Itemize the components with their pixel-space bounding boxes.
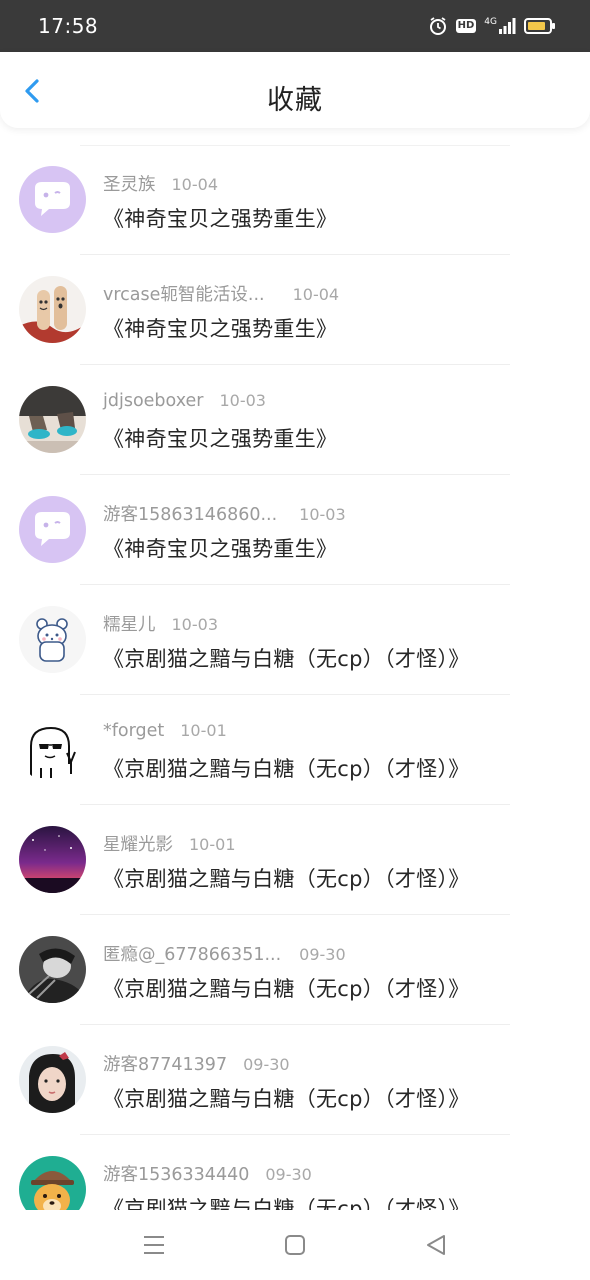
item-meta: vrcase轭智能活设... 10-04 — [103, 281, 339, 305]
favorites-list: 圣灵族 10-04 《神奇宝贝之强势重生》 vrcase轭智能活设... 10-04… — [0, 145, 590, 1210]
item-meta: 星耀光影 10-01 — [103, 831, 236, 855]
page-title: 收藏 — [267, 85, 323, 116]
avatar[interactable] — [19, 1046, 86, 1113]
item-username[interactable]: 游客87741397 — [103, 1051, 227, 1076]
item-title[interactable]: 《神奇宝贝之强势重生》 — [103, 203, 337, 233]
item-date: 09-30 — [299, 945, 346, 964]
list-item[interactable]: 游客87741397 09-30 《京剧猫之黯与白糖（无cp）（才怪）》 — [0, 1025, 590, 1135]
item-username[interactable]: 糯星儿 — [103, 611, 156, 636]
item-meta: 游客1536334440 09-30 — [103, 1161, 312, 1185]
item-title[interactable]: 《京剧猫之黯与白糖（无cp）（才怪）》 — [103, 643, 470, 673]
list-item[interactable]: 游客1536334440 09-30 《京剧猫之黯与白糖（无cp）（才怪）》 — [0, 1135, 590, 1210]
item-title[interactable]: 《京剧猫之黯与白糖（无cp）（才怪）》 — [103, 1193, 470, 1210]
item-meta: jdjsoeboxer 10-03 — [103, 391, 266, 415]
item-meta: 游客15863146860... 10-03 — [103, 501, 346, 525]
girl-portrait-avatar-icon — [19, 1046, 86, 1113]
item-date: 10-03 — [171, 615, 219, 634]
signal-icon: 4G — [484, 17, 516, 35]
item-meta: *forget 10-01 — [103, 721, 227, 745]
item-meta: 圣灵族 10-04 — [103, 171, 218, 195]
hd-icon: HD — [455, 19, 477, 33]
avatar[interactable] — [19, 936, 86, 1003]
avatar[interactable] — [19, 276, 86, 343]
item-meta: 游客87741397 09-30 — [103, 1051, 290, 1075]
item-date: 10-04 — [171, 175, 219, 194]
bw-portrait-avatar-icon — [19, 936, 86, 1003]
list-item[interactable]: jdjsoeboxer 10-03 《神奇宝贝之强势重生》 — [0, 365, 590, 475]
list-item[interactable]: *forget 10-01 《京剧猫之黯与白糖（无cp）（才怪）》 — [0, 695, 590, 805]
list-item[interactable]: 星耀光影 10-01 《京剧猫之黯与白糖（无cp）（才怪）》 — [0, 805, 590, 915]
status-icons: HD 4G — [428, 14, 556, 38]
item-username[interactable]: 游客15863146860... — [103, 501, 277, 526]
item-date: 09-30 — [265, 1165, 312, 1184]
avatar[interactable] — [19, 166, 86, 233]
menu-icon — [144, 1236, 164, 1254]
item-title[interactable]: 《神奇宝贝之强势重生》 — [103, 533, 337, 563]
item-date: 09-30 — [243, 1055, 290, 1074]
item-date: 10-03 — [219, 391, 266, 410]
app-header: 收藏 — [0, 52, 590, 128]
list-item[interactable]: 圣灵族 10-04 《神奇宝贝之强势重生》 — [0, 145, 590, 255]
avatar[interactable] — [19, 826, 86, 893]
item-username[interactable]: 匿瘾@_677866351... — [103, 941, 281, 966]
item-title[interactable]: 《京剧猫之黯与白糖（无cp）（才怪）》 — [103, 1083, 470, 1113]
battery-icon — [524, 17, 556, 35]
home-square-icon — [285, 1235, 305, 1255]
item-username[interactable]: 游客1536334440 — [103, 1161, 249, 1186]
item-title[interactable]: 《京剧猫之黯与白糖（无cp）（才怪）》 — [103, 753, 470, 783]
item-username[interactable]: jdjsoeboxer — [103, 391, 203, 411]
item-date: 10-01 — [189, 835, 236, 854]
back-nav-button[interactable] — [423, 1232, 449, 1258]
avatar[interactable] — [19, 716, 86, 783]
item-title[interactable]: 《京剧猫之黯与白糖（无cp）（才怪）》 — [103, 863, 470, 893]
avatar[interactable] — [19, 496, 86, 563]
item-date: 10-01 — [180, 721, 227, 740]
status-time: 17:58 — [38, 14, 99, 38]
sunglasses-doodle-avatar-icon — [19, 716, 86, 783]
list-item[interactable]: 游客15863146860... 10-03 《神奇宝贝之强势重生》 — [0, 475, 590, 585]
item-title[interactable]: 《神奇宝贝之强势重生》 — [103, 313, 337, 343]
item-title[interactable]: 《神奇宝贝之强势重生》 — [103, 423, 337, 453]
avatar[interactable] — [19, 1156, 86, 1210]
item-meta: 匿瘾@_677866351... 09-30 — [103, 941, 346, 965]
item-title[interactable]: 《京剧猫之黯与白糖（无cp）（才怪）》 — [103, 973, 470, 1003]
hd-label: HD — [455, 19, 477, 33]
galaxy-sky-avatar-icon — [19, 826, 86, 893]
avatar[interactable] — [19, 386, 86, 453]
network-label: 4G — [484, 17, 497, 27]
chat-bubble-avatar-icon — [19, 496, 86, 563]
avatar[interactable] — [19, 606, 86, 673]
sneakers-avatar-icon — [19, 386, 86, 453]
item-username[interactable]: 圣灵族 — [103, 171, 156, 196]
item-username[interactable]: vrcase轭智能活设... — [103, 281, 265, 306]
list-item[interactable]: 糯星儿 10-03 《京剧猫之黯与白糖（无cp）（才怪）》 — [0, 585, 590, 695]
menu-button[interactable] — [141, 1232, 167, 1258]
chat-bubble-avatar-icon — [19, 166, 86, 233]
item-username[interactable]: *forget — [103, 721, 164, 741]
item-meta: 糯星儿 10-03 — [103, 611, 218, 635]
item-username[interactable]: 星耀光影 — [103, 831, 173, 856]
dog-helmet-avatar-icon — [19, 1156, 86, 1210]
list-item[interactable]: vrcase轭智能活设... 10-04 《神奇宝贝之强势重生》 — [0, 255, 590, 365]
item-date: 10-03 — [299, 505, 346, 524]
system-nav-bar — [0, 1210, 590, 1280]
back-triangle-icon — [427, 1235, 445, 1255]
list-item[interactable]: 匿瘾@_677866351... 09-30 《京剧猫之黯与白糖（无cp）（才怪）… — [0, 915, 590, 1025]
alarm-icon — [428, 16, 448, 36]
home-button[interactable] — [282, 1232, 308, 1258]
finger-faces-avatar-icon — [19, 276, 86, 343]
item-date: 10-04 — [292, 285, 340, 304]
status-bar: 17:58 HD 4G — [0, 0, 590, 52]
cartoon-bear-avatar-icon — [19, 606, 86, 673]
